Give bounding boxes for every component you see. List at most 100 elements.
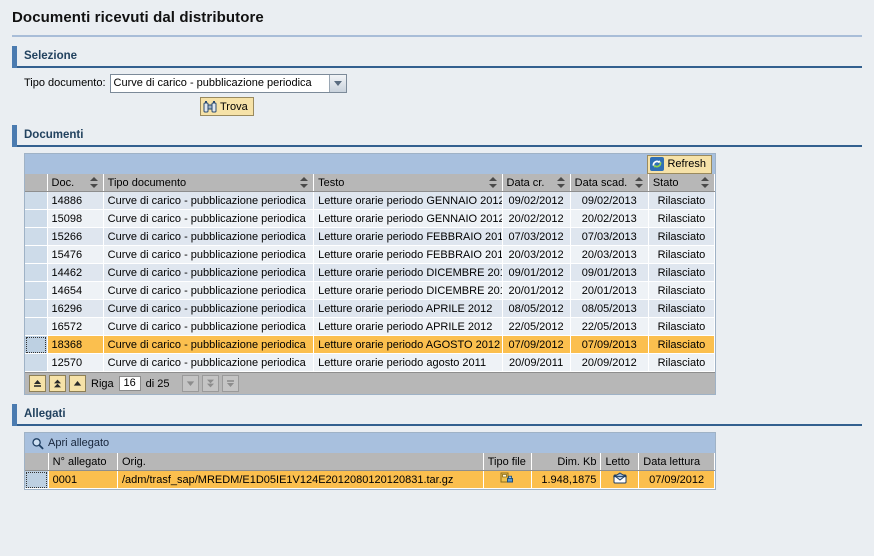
cell-data-scadenza: 08/05/2013 <box>570 299 649 318</box>
pager-row-input[interactable]: 16 <box>118 376 141 391</box>
row-selector-cell[interactable] <box>25 245 48 264</box>
column-header-letto[interactable]: Letto <box>600 453 640 471</box>
column-header-stato[interactable]: Stato <box>648 174 716 192</box>
cell-tipo-documento: Curve di carico - pubblicazione periodic… <box>103 353 315 372</box>
chevron-down-icon[interactable] <box>328 74 346 92</box>
cell-data-creazione: 22/05/2012 <box>502 317 571 336</box>
cell-tipo-documento: Curve di carico - pubblicazione periodic… <box>103 299 315 318</box>
row-selector-cell[interactable] <box>25 209 48 228</box>
cell-dim-kb: 1.948,1875 <box>531 470 602 489</box>
find-button-row: Trova <box>24 97 862 116</box>
archive-file-icon[interactable] <box>500 472 514 488</box>
documents-table-body: 14886 Curve di carico - pubblicazione per… <box>25 191 716 372</box>
sort-icon-data-creazione[interactable] <box>556 177 566 188</box>
table-row[interactable]: 18368 Curve di carico - pubblicazione per… <box>25 335 716 354</box>
cell-doc: 14654 <box>47 281 104 300</box>
cell-data-creazione: 09/02/2012 <box>502 191 571 210</box>
cell-testo: Letture orarie periodo DICEMBRE 2011 <box>313 263 503 282</box>
cell-doc: 14886 <box>47 191 104 210</box>
refresh-button[interactable]: Refresh <box>647 154 712 174</box>
page-title: Documenti ricevuti dal distributore <box>12 9 264 26</box>
select-all-column-header[interactable] <box>25 174 48 192</box>
row-selector-cell[interactable] <box>25 317 48 336</box>
sort-icon-data-scadenza[interactable] <box>634 177 644 188</box>
attachment-select-column-header[interactable] <box>25 453 49 471</box>
cell-stato: Rilasciato <box>648 263 716 282</box>
table-row[interactable]: 15476 Curve di carico - pubblicazione per… <box>25 245 716 264</box>
cell-data-scadenza: 20/02/2013 <box>570 209 649 228</box>
cell-stato: Rilasciato <box>648 353 716 372</box>
column-header-dim-kb[interactable]: Dim. Kb <box>531 453 602 471</box>
table-row[interactable]: 16296 Curve di carico - pubblicazione per… <box>25 299 716 318</box>
open-attachment-button[interactable]: Apri allegato <box>28 437 109 450</box>
column-header-tipo-file[interactable]: Tipo file <box>483 453 533 471</box>
column-header-orig[interactable]: Orig. <box>117 453 484 471</box>
cell-tipo-file[interactable] <box>483 470 533 489</box>
attachments-section-header: Allegati <box>12 404 862 426</box>
magnifier-icon <box>31 437 44 450</box>
first-page-icon[interactable] <box>29 375 46 392</box>
title-divider <box>12 35 862 37</box>
refresh-button-label: Refresh <box>667 158 706 170</box>
column-header-data-lettura[interactable]: Data lettura <box>638 453 715 471</box>
cell-stato: Rilasciato <box>648 317 716 336</box>
table-row[interactable]: 15098 Curve di carico - pubblicazione per… <box>25 209 716 228</box>
cell-stato: Rilasciato <box>648 335 716 354</box>
row-selector-cell[interactable] <box>25 353 48 372</box>
row-selector-cell[interactable] <box>25 299 48 318</box>
column-header-data-scadenza[interactable]: Data scad. <box>570 174 649 192</box>
sort-icon-tipo-documento[interactable] <box>300 177 309 188</box>
cell-data-creazione: 20/02/2012 <box>502 209 571 228</box>
table-row[interactable]: 14886 Curve di carico - pubblicazione per… <box>25 191 716 210</box>
documents-toolbar: Refresh <box>25 154 715 174</box>
cell-testo: Letture orarie periodo agosto 2011 <box>313 353 503 372</box>
row-selector-cell[interactable] <box>25 281 48 300</box>
table-row[interactable]: 16572 Curve di carico - pubblicazione per… <box>25 317 716 336</box>
prev-row-icon[interactable] <box>69 375 86 392</box>
cell-data-scadenza: 07/09/2013 <box>570 335 649 354</box>
attachments-table-head: N° allegato Orig. Tipo file Dim. Kb Lett… <box>25 453 715 471</box>
cell-data-scadenza: 09/01/2013 <box>570 263 649 282</box>
cell-tipo-documento: Curve di carico - pubblicazione periodic… <box>103 209 315 228</box>
prev-page-icon[interactable] <box>49 375 66 392</box>
cell-stato: Rilasciato <box>648 191 716 210</box>
row-selector-cell[interactable] <box>25 263 48 282</box>
selection-section-body: Tipo documento: Curve di carico - pubbli… <box>12 68 862 116</box>
column-label-tipo-documento: Tipo documento <box>107 176 187 189</box>
cell-testo: Letture orarie periodo GENNAIO 2012 <box>313 209 503 228</box>
sort-icon-testo[interactable] <box>488 177 498 188</box>
cell-data-scadenza: 20/03/2013 <box>570 245 649 264</box>
sort-icon-stato[interactable] <box>701 177 710 188</box>
table-row[interactable]: 15266 Curve di carico - pubblicazione per… <box>25 227 716 246</box>
refresh-icon <box>650 157 665 171</box>
column-header-tipo-documento[interactable]: Tipo documento <box>103 174 315 192</box>
row-selector-cell[interactable] <box>25 191 48 210</box>
column-header-doc[interactable]: Doc. <box>47 174 104 192</box>
pager-row-label: Riga <box>91 377 114 390</box>
column-header-numero-allegato[interactable]: N° allegato <box>48 453 118 471</box>
cell-doc: 15266 <box>47 227 104 246</box>
cell-tipo-documento: Curve di carico - pubblicazione periodic… <box>103 263 315 282</box>
row-selector-cell[interactable] <box>25 227 48 246</box>
column-label-data-creazione: Data cr. <box>506 176 545 189</box>
cell-doc: 14462 <box>47 263 104 282</box>
next-row-icon <box>182 375 200 392</box>
doc-type-input[interactable]: Curve di carico - pubblicazione periodic… <box>110 74 329 92</box>
attachments-table-container: Apri allegato N° allegato Orig. Tipo fil… <box>24 432 716 490</box>
cell-stato: Rilasciato <box>648 209 716 228</box>
table-row[interactable]: 0001/adm/trasf_sap/MREDM/E1D05IE1V124E20… <box>25 470 715 489</box>
cell-stato: Rilasciato <box>648 245 716 264</box>
row-selector-cell[interactable] <box>25 470 49 489</box>
cell-orig: /adm/trasf_sap/MREDM/E1D05IE1V124E201208… <box>117 470 484 489</box>
column-header-testo[interactable]: Testo <box>313 174 503 192</box>
table-row[interactable]: 14654 Curve di carico - pubblicazione per… <box>25 281 716 300</box>
doc-type-combobox[interactable]: Curve di carico - pubblicazione periodic… <box>109 73 347 93</box>
column-header-data-creazione[interactable]: Data cr. <box>502 174 571 192</box>
table-row[interactable]: 12570 Curve di carico - pubblicazione per… <box>25 353 716 372</box>
table-row[interactable]: 14462 Curve di carico - pubblicazione per… <box>25 263 716 282</box>
selection-section-header: Selezione <box>12 46 862 68</box>
find-button[interactable]: Trova <box>200 97 254 116</box>
row-selector-cell[interactable] <box>25 335 48 354</box>
sort-icon-doc[interactable] <box>89 177 99 188</box>
cell-testo: Letture orarie periodo FEBBRAIO 2012 <box>313 245 503 264</box>
